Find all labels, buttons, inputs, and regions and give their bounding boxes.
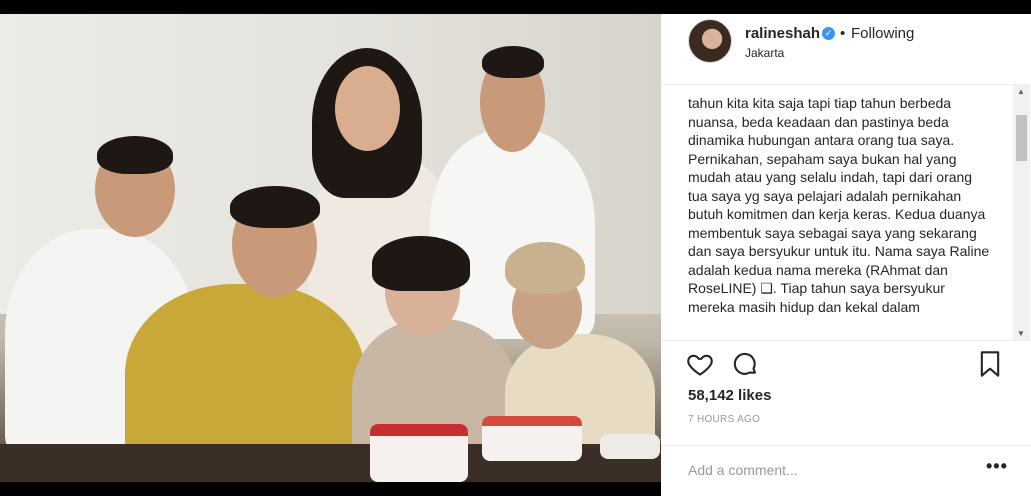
cake-plate [600,434,660,459]
comment-input[interactable] [688,458,958,482]
scroll-up-arrow-icon[interactable]: ▲ [1017,87,1025,96]
person-father-hair [230,186,320,228]
caption-scrollbar[interactable]: ▲ ▼ [1013,85,1030,340]
comment-bubble-icon[interactable] [731,350,759,378]
person-grandma-turban [505,242,585,294]
scroll-down-arrow-icon[interactable]: ▼ [1017,329,1025,338]
location-link[interactable]: Jakarta [745,46,784,60]
scroll-thumb[interactable] [1016,115,1027,161]
verified-badge-icon: ✓ [822,27,835,40]
heart-icon[interactable] [686,350,714,378]
like-count[interactable]: 58,142 likes [688,387,771,404]
action-bar [661,340,1031,385]
post-sidebar: ralineshah ✓ • Following Jakarta tahun k… [661,14,1031,496]
separator-dot: • [840,25,846,42]
cake-second-top [482,416,582,426]
post-header: ralineshah ✓ • Following Jakarta [661,14,1031,85]
cake-red-top [370,424,468,436]
comment-section: ••• [661,445,1031,496]
avatar[interactable] [688,19,732,63]
bookmark-icon[interactable] [979,350,1001,378]
post-photo[interactable] [0,14,661,482]
more-options-icon[interactable]: ••• [986,456,1008,477]
following-button[interactable]: Following [851,25,914,42]
person-mother-hair [372,236,470,291]
caption-text: tahun kita kita saja tapi tiap tahun ber… [688,95,990,315]
username-link[interactable]: ralineshah [745,25,820,42]
person-left-hair [97,136,173,174]
post-timestamp: 7 HOURS AGO [688,414,761,425]
person-woman-head [335,66,400,151]
person-right-hair [482,46,544,78]
